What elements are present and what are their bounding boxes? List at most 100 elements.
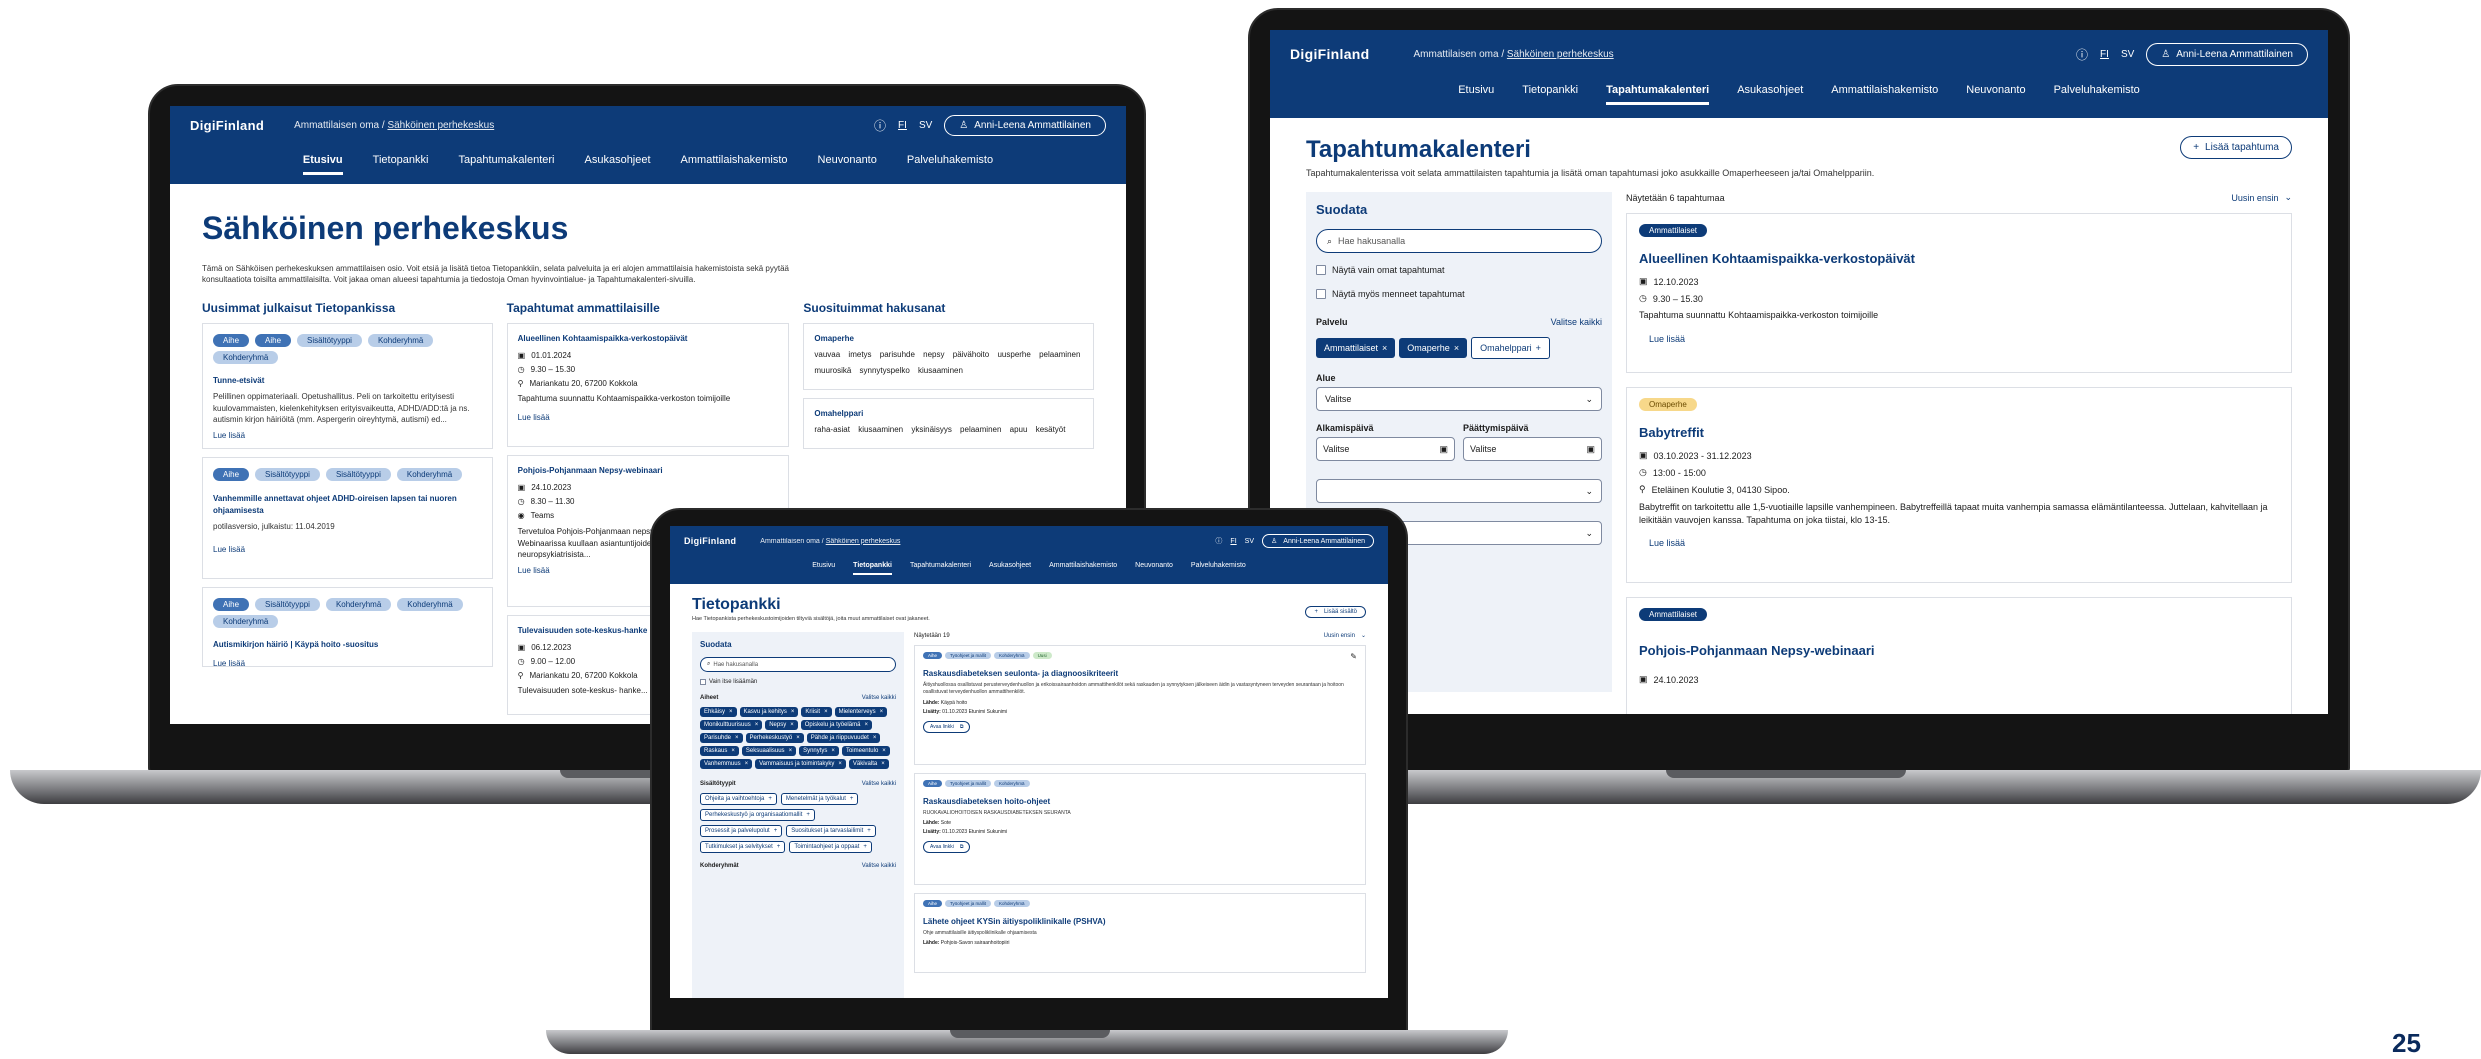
search-word[interactable]: kiusaaminen	[918, 366, 963, 375]
topic-chip[interactable]: Synnytys ×	[799, 746, 839, 756]
topic-chip[interactable]: Pähde ja riippuvuudet ×	[806, 733, 881, 743]
content-title[interactable]: Raskausdiabeteksen seulonta- ja diagnoos…	[923, 669, 1357, 678]
publication-card[interactable]: Aihe Sisältötyyppi Sisältötyyppi Kohderyhmä…	[202, 457, 493, 580]
event-card[interactable]: Omaperhe Babytreffit ▣ 03.10.2023 - 31.12…	[1626, 387, 2292, 583]
filter-select[interactable]: ⌄	[1316, 479, 1602, 503]
search-word[interactable]: pelaaminen	[960, 425, 1001, 434]
search-word[interactable]: parisuhde	[880, 350, 915, 359]
type-chip[interactable]: Perhekeskustyö ja organisaatiomallit +	[700, 809, 815, 821]
topic-chip[interactable]: Kasvu ja kehitys ×	[739, 707, 799, 717]
topic-chip[interactable]: Opiskelu ja työelämä ×	[800, 720, 872, 730]
breadcrumb-root[interactable]: Ammattilaisen oma	[1414, 49, 1499, 60]
search-word[interactable]: synnytyspelko	[860, 366, 910, 375]
nav-tapahtumakalenteri[interactable]: Tapahtumakalenteri	[910, 562, 971, 575]
breadcrumb-current[interactable]: Sähköinen perhekeskus	[826, 538, 901, 545]
event-card[interactable]: Ammattilaiset Pohjois-Pohjanmaan Nepsy-w…	[1626, 597, 2292, 714]
nav-palveluhakemisto[interactable]: Palveluhakemisto	[907, 154, 993, 175]
sort-select[interactable]: Uusin ensin ⌄	[2231, 192, 2292, 203]
lang-fi[interactable]: FI	[2100, 49, 2109, 60]
topic-chip[interactable]: Toimeentulo ×	[841, 746, 890, 756]
publication-title[interactable]: Autismikirjon häiriö | Käypä hoito -suos…	[213, 640, 482, 649]
topic-chip[interactable]: Mielenterveys ×	[834, 707, 888, 717]
nav-neuvonanto[interactable]: Neuvonanto	[818, 154, 877, 175]
nav-ammattilaishakemisto[interactable]: Ammattilaishakemisto	[681, 154, 788, 175]
nav-palveluhakemisto[interactable]: Palveluhakemisto	[2054, 84, 2140, 105]
nav-ammattilaishakemisto[interactable]: Ammattilaishakemisto	[1831, 84, 1938, 105]
filter-chip-add[interactable]: Omahelppari +	[1471, 337, 1550, 359]
topic-chip[interactable]: Raskaus ×	[700, 746, 739, 756]
event-title[interactable]: Pohjois-Pohjanmaan Nepsy-webinaari	[1639, 643, 2279, 658]
close-icon[interactable]: ×	[1454, 343, 1459, 353]
topic-chip[interactable]: Kriisit ×	[801, 707, 832, 717]
lang-fi[interactable]: FI	[1230, 538, 1236, 545]
type-chip[interactable]: Menetelmät ja työkalut +	[780, 793, 859, 805]
search-word[interactable]: imetys	[848, 350, 871, 359]
topic-chip[interactable]: Nepsy ×	[765, 720, 798, 730]
event-card[interactable]: Alueellinen Kohtaamispaikka-verkostopäiv…	[506, 323, 790, 448]
start-date-input[interactable]: Valitse ▣	[1316, 437, 1455, 461]
publication-card[interactable]: Aihe Sisältötyyppi Kohderyhmä Kohderyhmä Koh…	[202, 587, 493, 668]
content-card[interactable]: Aihe Työohjeet ja mallit Kohderyhmä Lähete…	[914, 893, 1366, 973]
nav-asukasohjeet[interactable]: Asukasohjeet	[989, 562, 1031, 575]
nav-ammattilaishakemisto[interactable]: Ammattilaishakemisto	[1049, 562, 1117, 575]
sort-select[interactable]: Uusin ensin ⌄	[1324, 632, 1366, 640]
search-word[interactable]: muurosikä	[814, 366, 851, 375]
user-menu-button[interactable]: ♙ Anni-Leena Ammattilainen	[2146, 42, 2308, 66]
content-title[interactable]: Raskausdiabeteksen hoito-ohjeet	[923, 797, 1357, 806]
content-card[interactable]: Aihe Työohjeet ja mallit Kohderyhmä Raskau…	[914, 773, 1366, 885]
publication-card[interactable]: Aihe Aihe Sisältötyyppi Kohderyhmä Kohderyhm…	[202, 323, 493, 450]
checkbox-past-events[interactable]	[1316, 289, 1326, 299]
topic-chip[interactable]: Vammaisuus ja toimintakyky ×	[755, 759, 846, 769]
help-icon[interactable]: ⓘ	[1215, 536, 1222, 546]
filter-chip[interactable]: Omaperhe ×	[1399, 338, 1468, 358]
calendar-icon[interactable]: ▣	[1439, 444, 1448, 455]
event-title[interactable]: Alueellinen Kohtaamispaikka-verkostopäiv…	[518, 334, 779, 343]
select-all-link[interactable]: Valitse kaikki	[862, 695, 896, 701]
read-more-link[interactable]: Lue lisää	[213, 545, 482, 554]
help-icon[interactable]: ⓘ	[874, 117, 886, 134]
event-card[interactable]: Ammattilaiset Alueellinen Kohtaamispaikk…	[1626, 213, 2292, 373]
search-word[interactable]: vauvaa	[814, 350, 840, 359]
event-title[interactable]: Babytreffit	[1639, 425, 2279, 440]
search-input[interactable]: ⌕ Hae hakusanalla	[700, 657, 896, 672]
add-content-button[interactable]: + Lisää sisältö	[1305, 606, 1366, 618]
lang-sv[interactable]: SV	[2121, 49, 2134, 60]
content-card[interactable]: ✎ Aihe Työohjeet ja mallit Kohderyhmä Uusi …	[914, 645, 1366, 765]
edit-icon[interactable]: ✎	[1350, 652, 1357, 661]
topic-chip[interactable]: Ehkäisy ×	[700, 707, 737, 717]
search-word[interactable]: yksinäisyys	[911, 425, 951, 434]
nav-asukasohjeet[interactable]: Asukasohjeet	[585, 154, 651, 175]
user-menu-button[interactable]: ♙ Anni-Leena Ammattilainen	[1262, 534, 1374, 548]
nav-tietopankki[interactable]: Tietopankki	[373, 154, 429, 175]
select-all-link[interactable]: Valitse kaikki	[1551, 317, 1602, 327]
select-all-link[interactable]: Valitse kaikki	[862, 863, 896, 869]
nav-palveluhakemisto[interactable]: Palveluhakemisto	[1191, 562, 1246, 575]
breadcrumb-current[interactable]: Sähköinen perhekeskus	[1507, 49, 1614, 60]
event-title[interactable]: Alueellinen Kohtaamispaikka-verkostopäiv…	[1639, 251, 2279, 266]
filter-chip[interactable]: Ammattilaiset ×	[1316, 338, 1396, 358]
nav-neuvonanto[interactable]: Neuvonanto	[1966, 84, 2025, 105]
lang-sv[interactable]: SV	[1245, 538, 1254, 545]
open-link-button[interactable]: Avaa linkki ⧉	[923, 721, 971, 733]
nav-etusivu[interactable]: Etusivu	[812, 562, 835, 575]
logo[interactable]: DigiFinland	[190, 118, 264, 133]
nav-neuvonanto[interactable]: Neuvonanto	[1135, 562, 1173, 575]
topic-chip[interactable]: Monikulttuurisuus ×	[700, 720, 763, 730]
search-input[interactable]: ⌕ Hae hakusanalla	[1316, 229, 1602, 253]
breadcrumb-current[interactable]: Sähköinen perhekeskus	[387, 120, 494, 131]
topic-chip[interactable]: Parisuhde ×	[700, 733, 743, 743]
read-more-link[interactable]: Lue lisää	[1649, 334, 2279, 344]
type-chip[interactable]: Toimintaohjeet ja oppaat +	[789, 841, 872, 853]
lang-fi[interactable]: FI	[898, 120, 907, 131]
nav-tietopankki[interactable]: Tietopankki	[853, 562, 892, 575]
calendar-icon[interactable]: ▣	[1586, 444, 1595, 455]
topic-chip[interactable]: Perhekeskustyö ×	[745, 733, 804, 743]
nav-etusivu[interactable]: Etusivu	[1458, 84, 1494, 105]
nav-tapahtumakalenteri[interactable]: Tapahtumakalenteri	[458, 154, 554, 175]
nav-tietopankki[interactable]: Tietopankki	[1522, 84, 1578, 105]
read-more-link[interactable]: Lue lisää	[213, 659, 482, 668]
logo[interactable]: DigiFinland	[684, 536, 736, 546]
topic-chip[interactable]: Väkivalta ×	[848, 759, 889, 769]
search-word[interactable]: päivähoito	[953, 350, 989, 359]
user-menu-button[interactable]: ♙ Anni-Leena Ammattilainen	[944, 114, 1106, 136]
